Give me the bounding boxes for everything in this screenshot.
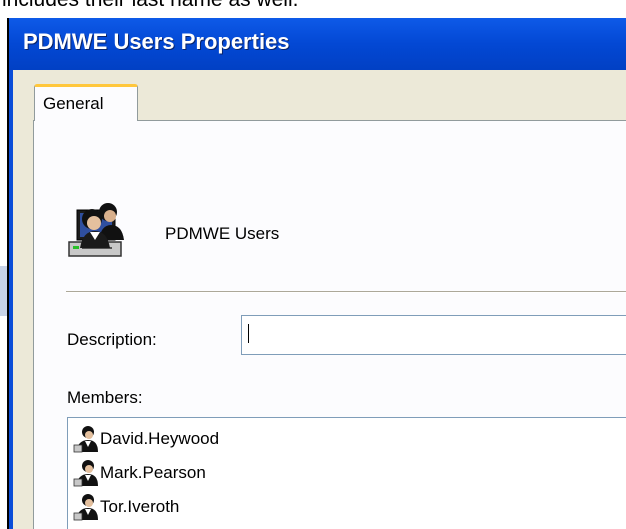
list-item[interactable]: David.Heywood: [73, 422, 219, 456]
member-name: Mark.Pearson: [100, 463, 206, 482]
title-bar[interactable]: PDMWE Users Properties: [9, 18, 626, 70]
member-name: Tor.Iveroth: [100, 497, 180, 516]
user-group-icon: [68, 203, 124, 257]
tab-page-general: PDMWE Users Description: Members: David.…: [33, 120, 626, 529]
properties-dialog: PDMWE Users Properties General PDMWE Use…: [7, 18, 626, 529]
description-label: Description:: [67, 330, 157, 349]
user-icon: [73, 460, 98, 487]
separator: [66, 291, 626, 293]
list-item[interactable]: Tor.Iveroth: [73, 490, 179, 524]
members-list[interactable]: David.Heywood Mark.Pearson Tor.Iveroth: [67, 417, 626, 529]
dialog-client-area: General PDMWE Users Description: Members…: [13, 70, 626, 529]
text-caret: [248, 324, 249, 343]
member-name: David.Heywood: [100, 429, 220, 448]
user-icon: [73, 426, 98, 453]
tab-general-label: General: [43, 94, 104, 113]
description-input[interactable]: [241, 315, 626, 355]
group-name: PDMWE Users: [165, 224, 280, 243]
list-item[interactable]: Mark.Pearson: [73, 456, 206, 490]
window-title: PDMWE Users Properties: [23, 29, 290, 54]
tab-general[interactable]: General: [34, 84, 138, 121]
members-label: Members:: [67, 388, 143, 407]
user-icon: [73, 494, 98, 521]
background-document-text: includes their last name as well.: [2, 0, 298, 12]
